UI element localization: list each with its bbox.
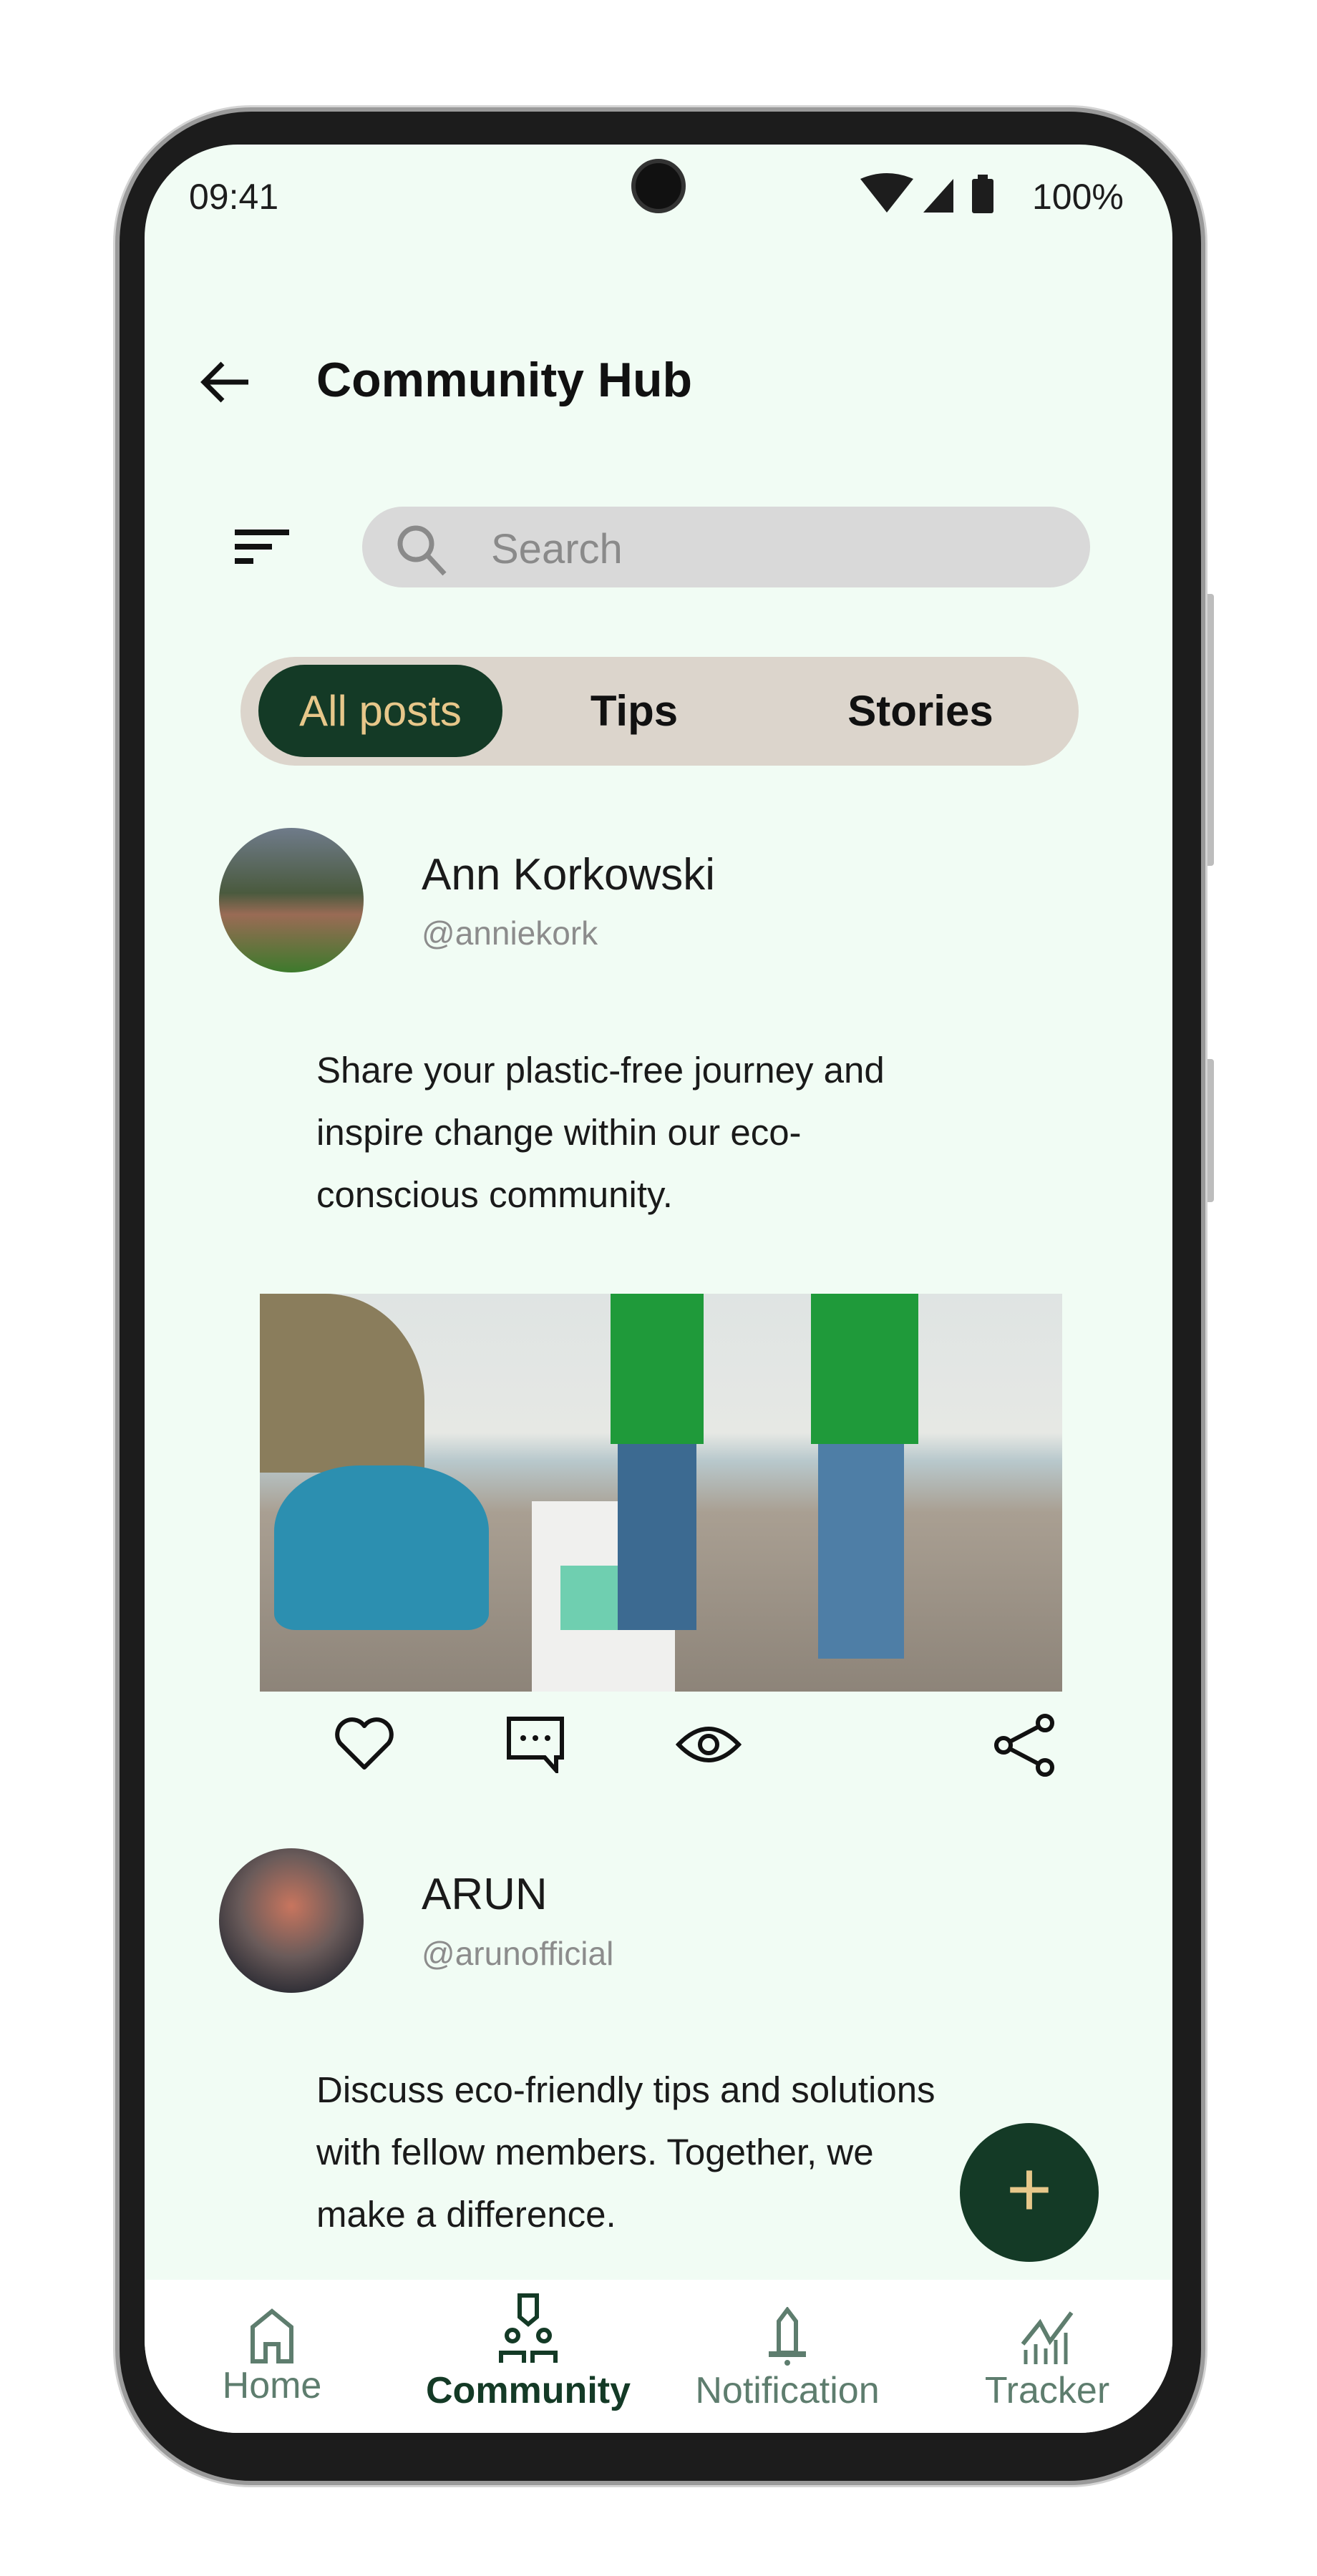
filter-icon[interactable] (235, 527, 292, 570)
post-text: Discuss eco-friendly tips and solutions … (316, 2059, 1032, 2245)
nav-notification[interactable]: Notification (658, 2280, 916, 2411)
chart-icon (1021, 2311, 1074, 2364)
bottom-nav: Home Community Notification Tracker (145, 2280, 1172, 2433)
avatar[interactable] (219, 828, 364, 972)
comment-icon[interactable] (506, 1716, 566, 1773)
community-icon (499, 2293, 558, 2363)
image-cliff (260, 1294, 424, 1473)
post-text-line: inspire change within our eco- (316, 1112, 802, 1153)
page-title: Community Hub (316, 353, 693, 407)
share-icon[interactable] (993, 1713, 1058, 1777)
tab-all-posts[interactable]: All posts (258, 665, 502, 757)
nav-label: Community (426, 2370, 631, 2411)
post-text-line: make a difference. (316, 2194, 616, 2235)
bell-icon (769, 2306, 806, 2366)
volume-button (1204, 594, 1214, 866)
image-person (611, 1294, 704, 1444)
avatar[interactable] (219, 1848, 364, 1993)
back-arrow-icon[interactable] (198, 359, 253, 405)
power-button (1204, 1059, 1214, 1202)
post-text-line: conscious community. (316, 1174, 673, 1215)
nav-community[interactable]: Community (399, 2280, 657, 2411)
image-person (818, 1444, 904, 1659)
nav-label: Home (222, 2365, 322, 2406)
tab-bar: All posts Tips Stories (240, 657, 1079, 766)
post-text-line: Share your plastic-free journey and (316, 1050, 885, 1091)
search-input[interactable]: Search (362, 507, 1090, 587)
image-person (811, 1294, 918, 1444)
status-time: 09:41 (189, 177, 279, 217)
tab-tips[interactable]: Tips (548, 657, 720, 766)
battery-level: 100% (1032, 177, 1124, 217)
views-icon[interactable] (676, 1723, 742, 1766)
post-image[interactable] (260, 1294, 1062, 1692)
post-author-name[interactable]: Ann Korkowski (422, 849, 715, 900)
image-person (274, 1465, 489, 1630)
post-text: Share your plastic-free journey and insp… (316, 1039, 1032, 1226)
post-author-name[interactable]: ARUN (422, 1869, 548, 1920)
create-post-button[interactable]: + (960, 2123, 1099, 2262)
home-icon (251, 2308, 293, 2363)
like-icon[interactable] (334, 1717, 394, 1772)
image-person (618, 1444, 696, 1630)
screen: 09:41 100% Community Hub Search All post… (145, 145, 1172, 2433)
post-text-line: Discuss eco-friendly tips and solutions (316, 2069, 935, 2110)
tab-stories[interactable]: Stories (813, 657, 1028, 766)
post-author-handle: @arunofficial (422, 1935, 614, 1972)
nav-label: Tracker (984, 2370, 1110, 2411)
search-icon (397, 525, 447, 576)
nav-home[interactable]: Home (145, 2280, 401, 2406)
post-author-handle: @anniekork (422, 914, 598, 952)
front-camera (631, 159, 686, 213)
nav-tracker[interactable]: Tracker (918, 2280, 1172, 2411)
search-placeholder: Search (491, 526, 623, 572)
nav-label: Notification (695, 2370, 880, 2411)
post-text-line: with fellow members. Together, we (316, 2132, 874, 2172)
signal-icons (860, 173, 993, 213)
